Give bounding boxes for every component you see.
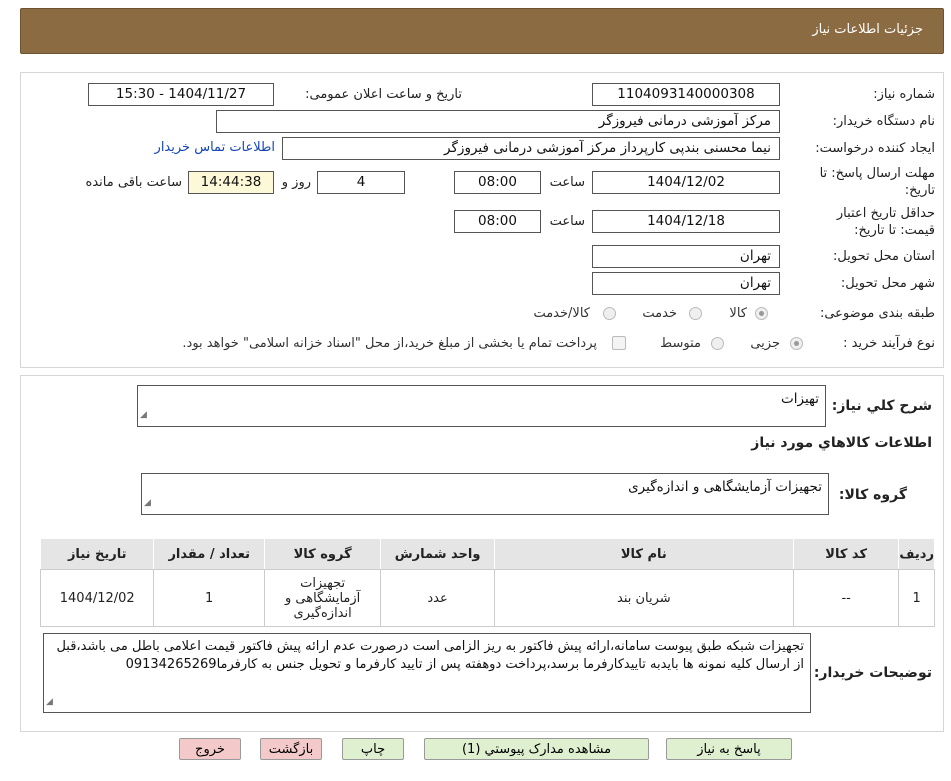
reply-button[interactable]: پاسخ به نیاز	[666, 738, 792, 760]
cell-item-code: --	[792, 569, 900, 627]
process-label: نوع فرآیند خرید :	[843, 336, 935, 351]
goods-group-label: گروه کالا:	[838, 487, 907, 503]
treasury-payment-note: پرداخت تمام یا بخشی از مبلغ خرید،از محل …	[182, 336, 597, 351]
announce-date-field: 1404/11/27 - 15:30	[88, 83, 274, 106]
announce-date-label: تاریخ و ساعت اعلان عمومی:	[305, 87, 462, 102]
creator-label: ایجاد کننده درخواست:	[815, 141, 935, 156]
view-attachments-button[interactable]: مشاهده مدارک پیوستي (1)	[424, 738, 649, 760]
province-field: تهران	[592, 245, 780, 268]
days-label: روز و	[281, 175, 311, 190]
summary-textarea[interactable]: تهیزات ◢	[137, 385, 826, 427]
validity-label-line1: حداقل تاریخ اعتبار	[836, 206, 935, 221]
goods-table: ردیف کد کالا نام کالا واحد شمارش گروه کا…	[39, 538, 935, 627]
buyer-notes-label: توضیحات خریدار:	[813, 665, 932, 681]
remaining-label: ساعت باقی مانده	[85, 175, 182, 190]
need-number-field: 1104093140000308	[592, 83, 780, 106]
process-minor-label: جزیی	[750, 336, 780, 351]
col-unit: واحد شمارش	[380, 538, 495, 570]
buyer-org-label: نام دستگاه خریدار:	[832, 114, 935, 129]
print-button[interactable]: چاپ	[342, 738, 404, 760]
goods-group-text: تجهیزات آزمایشگاهی و اندازه‌گیری	[628, 479, 822, 495]
table-row: 1 -- شریان بند عدد تجهیزات آزمایشگاهی و …	[39, 569, 935, 627]
city-field: تهران	[592, 272, 780, 295]
buyer-contact-link[interactable]: اطلاعات تماس خریدار	[155, 140, 275, 155]
summary-label: شرح كلي نياز:	[831, 398, 932, 414]
deadline-date-field: 1404/12/02	[592, 171, 780, 194]
col-quantity: تعداد / مقدار	[153, 538, 265, 570]
process-minor-radio[interactable]	[790, 337, 803, 350]
resize-grip-icon[interactable]: ◢	[144, 494, 151, 513]
category-both-label: کالا/خدمت	[533, 306, 590, 321]
exit-button[interactable]: خروج	[179, 738, 241, 760]
category-goods-label: کالا	[729, 306, 747, 321]
page-title: جزئیات اطلاعات نیاز	[812, 22, 923, 37]
process-medium-label: متوسط	[660, 336, 701, 351]
province-label: استان محل تحویل:	[833, 249, 935, 264]
category-both-radio[interactable]	[603, 307, 616, 320]
resize-grip-icon[interactable]: ◢	[140, 406, 147, 425]
page-header: جزئیات اطلاعات نیاز	[20, 8, 944, 54]
goods-section-title: اطلاعات كالاهاي مورد نياز	[751, 435, 932, 451]
validity-date-field: 1404/12/18	[592, 210, 780, 233]
validity-time-label: ساعت	[549, 214, 585, 229]
category-service-radio[interactable]	[689, 307, 702, 320]
resize-grip-icon[interactable]: ◢	[46, 693, 53, 711]
need-number-label: شماره نیاز:	[873, 87, 935, 102]
col-row-number: ردیف	[898, 538, 935, 570]
cell-item-name: شریان بند	[493, 569, 794, 627]
validity-time-field: 08:00	[454, 210, 541, 233]
back-button[interactable]: بازگشت	[260, 738, 322, 760]
creator-field: نیما محسنی بندپی کارپرداز مرکز آموزشی در…	[282, 137, 780, 160]
deadline-time-field: 08:00	[454, 171, 541, 194]
remaining-time-field: 14:44:38	[188, 171, 274, 194]
goods-group-textarea[interactable]: تجهیزات آزمایشگاهی و اندازه‌گیری ◢	[141, 473, 829, 515]
col-item-group: گروه کالا	[263, 538, 382, 570]
deadline-time-label: ساعت	[549, 175, 585, 190]
deadline-label-line2: تاریخ:	[904, 183, 935, 198]
col-item-name: نام کالا	[493, 538, 794, 570]
validity-label-line2: قیمت: تا تاریخ:	[854, 223, 935, 238]
process-medium-radio[interactable]	[711, 337, 724, 350]
cell-unit: عدد	[380, 569, 495, 627]
buyer-notes-text: تجهیزات شبکه طبق پیوست سامانه،ارائه پیش …	[56, 639, 804, 672]
category-label: طبقه بندی موضوعی:	[819, 306, 935, 321]
city-label: شهر محل تحویل:	[840, 276, 935, 291]
cell-quantity: 1	[153, 569, 265, 627]
days-remaining-field: 4	[317, 171, 405, 194]
col-item-code: کد کالا	[792, 538, 900, 570]
cell-need-date: 1404/12/02	[39, 569, 155, 627]
treasury-payment-checkbox[interactable]	[612, 336, 626, 350]
col-need-date: تاریخ نیاز	[39, 538, 155, 570]
category-service-label: خدمت	[642, 306, 677, 321]
table-header-row: ردیف کد کالا نام کالا واحد شمارش گروه کا…	[39, 538, 935, 570]
buyer-notes-textarea[interactable]: تجهیزات شبکه طبق پیوست سامانه،ارائه پیش …	[43, 633, 811, 713]
cell-item-group: تجهیزات آزمایشگاهی و اندازه‌گیری	[263, 569, 382, 627]
summary-text: تهیزات	[781, 391, 819, 407]
cell-row-number: 1	[898, 569, 935, 627]
category-goods-radio[interactable]	[755, 307, 768, 320]
deadline-label-line1: مهلت ارسال پاسخ: تا	[819, 166, 935, 181]
buyer-org-field: مرکز آموزشی درمانی فیروزگر	[216, 110, 780, 133]
